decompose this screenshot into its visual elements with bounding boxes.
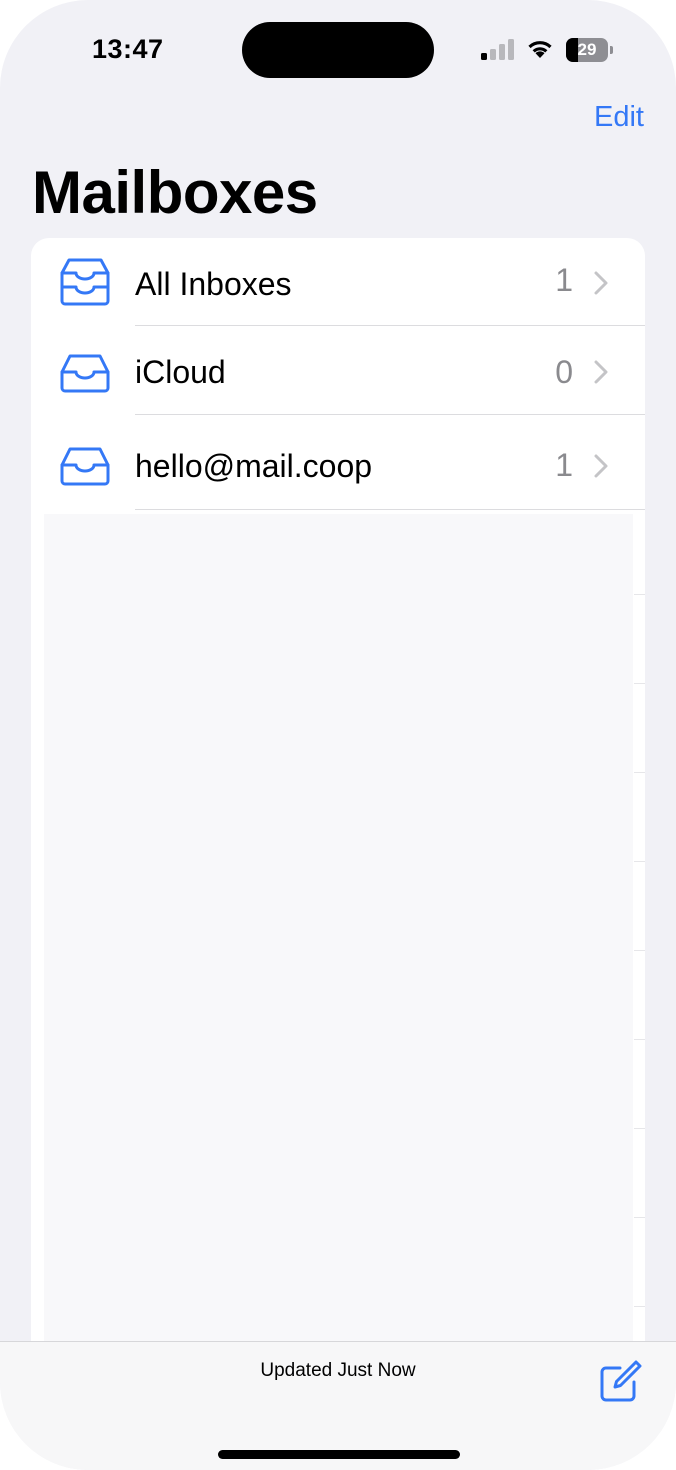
row-separator xyxy=(634,950,645,951)
dynamic-island xyxy=(242,22,434,78)
chevron-right-icon xyxy=(594,360,608,384)
empty-content-area xyxy=(44,514,633,1418)
row-separator xyxy=(634,861,645,862)
compose-icon[interactable] xyxy=(598,1360,642,1404)
battery-level: 29 xyxy=(577,40,597,59)
all-inboxes-tray-icon xyxy=(60,258,110,306)
bottom-toolbar: Updated Just Now xyxy=(0,1341,676,1470)
mailbox-row-hello-mail-coop[interactable]: hello@mail.coop 1 xyxy=(31,415,645,510)
mailbox-row-all-inboxes[interactable]: All Inboxes 1 xyxy=(31,238,645,326)
wifi-icon xyxy=(528,41,552,58)
mailbox-count: 1 xyxy=(555,262,573,298)
mailbox-count: 0 xyxy=(555,354,573,390)
row-separator xyxy=(634,1128,645,1129)
battery-cap xyxy=(610,46,613,54)
battery-indicator: 29 xyxy=(566,38,616,62)
home-indicator xyxy=(218,1450,460,1459)
chevron-right-icon xyxy=(594,454,608,478)
mailbox-list: All Inboxes 1 iCloud 0 hello@mail.coop 1 xyxy=(31,238,645,1418)
row-separator xyxy=(634,683,645,684)
row-separator xyxy=(634,772,645,773)
inbox-tray-icon xyxy=(60,354,110,393)
row-separator xyxy=(634,1039,645,1040)
cellular-signal-icon xyxy=(481,39,514,60)
edit-button[interactable]: Edit xyxy=(594,101,644,134)
phone-screen: 13:47 29 Edit Mailboxes All Inboxes 1 iC… xyxy=(0,0,676,1470)
status-time: 13:47 xyxy=(92,34,164,64)
page-title: Mailboxes xyxy=(32,159,318,226)
update-status: Updated Just Now xyxy=(260,1360,416,1381)
mailbox-label: hello@mail.coop xyxy=(135,448,373,484)
inbox-tray-icon xyxy=(60,447,110,486)
mailbox-label: iCloud xyxy=(135,354,226,390)
row-separator xyxy=(634,1217,645,1218)
mailbox-label: All Inboxes xyxy=(135,266,292,302)
mailbox-count: 1 xyxy=(555,447,573,483)
row-separator xyxy=(634,1306,645,1307)
row-separator xyxy=(135,509,645,510)
chevron-right-icon xyxy=(594,271,608,295)
mailbox-row-icloud[interactable]: iCloud 0 xyxy=(31,326,645,415)
row-separator xyxy=(634,594,645,595)
